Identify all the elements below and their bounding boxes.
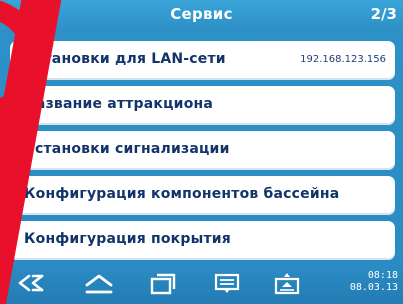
footer-bar: 08:18 08.03.13 <box>0 262 403 304</box>
menu-item-label: Установки для LAN-сети <box>24 51 226 67</box>
service-screen: Сервис 2/3 Установки для LAN-сети 192.16… <box>0 0 403 304</box>
menu-item-label: Конфигурация компонентов бассейна <box>24 186 340 202</box>
service-menu: Установки для LAN-сети 192.168.123.156 Н… <box>10 41 395 266</box>
clock-time: 08:18 <box>367 270 398 281</box>
menu-item-label: Конфигурация покрытия <box>24 231 231 247</box>
back-icon[interactable] <box>16 270 46 296</box>
menu-item-label: Название аттракциона <box>24 96 214 112</box>
menu-item-alarm-settings[interactable]: Установки сигнализации <box>10 131 395 170</box>
ip-address-value: 192.168.123.156 <box>300 54 386 65</box>
menu-item-attraction-name[interactable]: Название аттракциона <box>10 86 395 125</box>
windows-icon[interactable] <box>148 270 178 296</box>
menu-icon[interactable] <box>212 270 242 296</box>
eject-icon[interactable] <box>272 270 302 296</box>
header-bar: Сервис 2/3 <box>0 0 403 32</box>
clock-date: 08.03.13 <box>349 282 398 293</box>
page-indicator: 2/3 <box>370 5 397 23</box>
menu-item-cover-config[interactable]: Конфигурация покрытия <box>10 221 395 260</box>
menu-item-pool-components[interactable]: Конфигурация компонентов бассейна <box>10 176 395 215</box>
home-icon[interactable] <box>84 270 114 296</box>
menu-item-label: Установки сигнализации <box>24 141 230 157</box>
menu-item-lan-settings[interactable]: Установки для LAN-сети 192.168.123.156 <box>10 41 395 80</box>
clock: 08:18 08.03.13 <box>350 270 398 294</box>
page-title: Сервис <box>170 5 233 23</box>
